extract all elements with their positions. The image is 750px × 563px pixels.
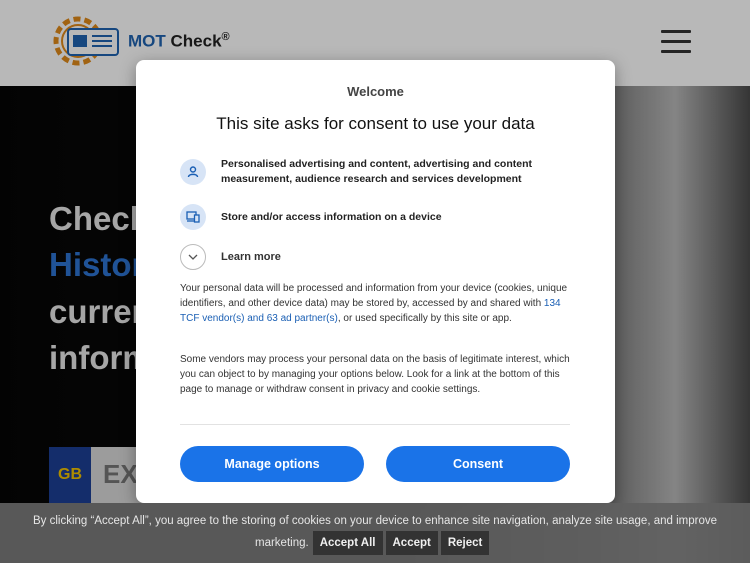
chevron-down-icon[interactable] [180, 244, 206, 270]
purpose-item-advertising: Personalised advertising and content, ad… [180, 157, 570, 187]
purpose-item-storage: Store and/or access information on a dev… [180, 204, 570, 230]
learn-more-label[interactable]: Learn more [221, 251, 281, 263]
cookie-banner-actions: marketing. Accept All Accept Reject [255, 531, 490, 555]
dialog-divider [180, 424, 570, 425]
person-icon [180, 159, 206, 185]
manage-options-button[interactable]: Manage options [180, 446, 364, 482]
cookie-banner: By clicking “Accept All”, you agree to t… [0, 503, 750, 563]
learn-more-toggle[interactable]: Learn more [180, 244, 570, 270]
purpose-text: Store and/or access information on a dev… [221, 210, 442, 223]
consent-paragraph-2: Some vendors may process your personal d… [180, 354, 570, 395]
para1-text-b: , or used specifically by this site or a… [337, 313, 512, 324]
cookie-banner-text-end: marketing. [255, 537, 309, 549]
para1-text-a: Your personal data will be processed and… [180, 283, 568, 309]
consent-button[interactable]: Consent [386, 446, 570, 482]
accept-all-button[interactable]: Accept All [312, 531, 383, 555]
dialog-welcome: Welcome [347, 84, 404, 99]
reject-button[interactable]: Reject [440, 531, 490, 555]
consent-paragraph-1: Your personal data will be processed and… [180, 281, 572, 326]
accept-button[interactable]: Accept [385, 531, 438, 555]
consent-dialog: Welcome This site asks for consent to us… [136, 60, 615, 503]
purpose-text: Personalised advertising and content, ad… [221, 158, 532, 185]
dialog-title: This site asks for consent to use your d… [216, 114, 535, 133]
device-icon [180, 204, 206, 230]
